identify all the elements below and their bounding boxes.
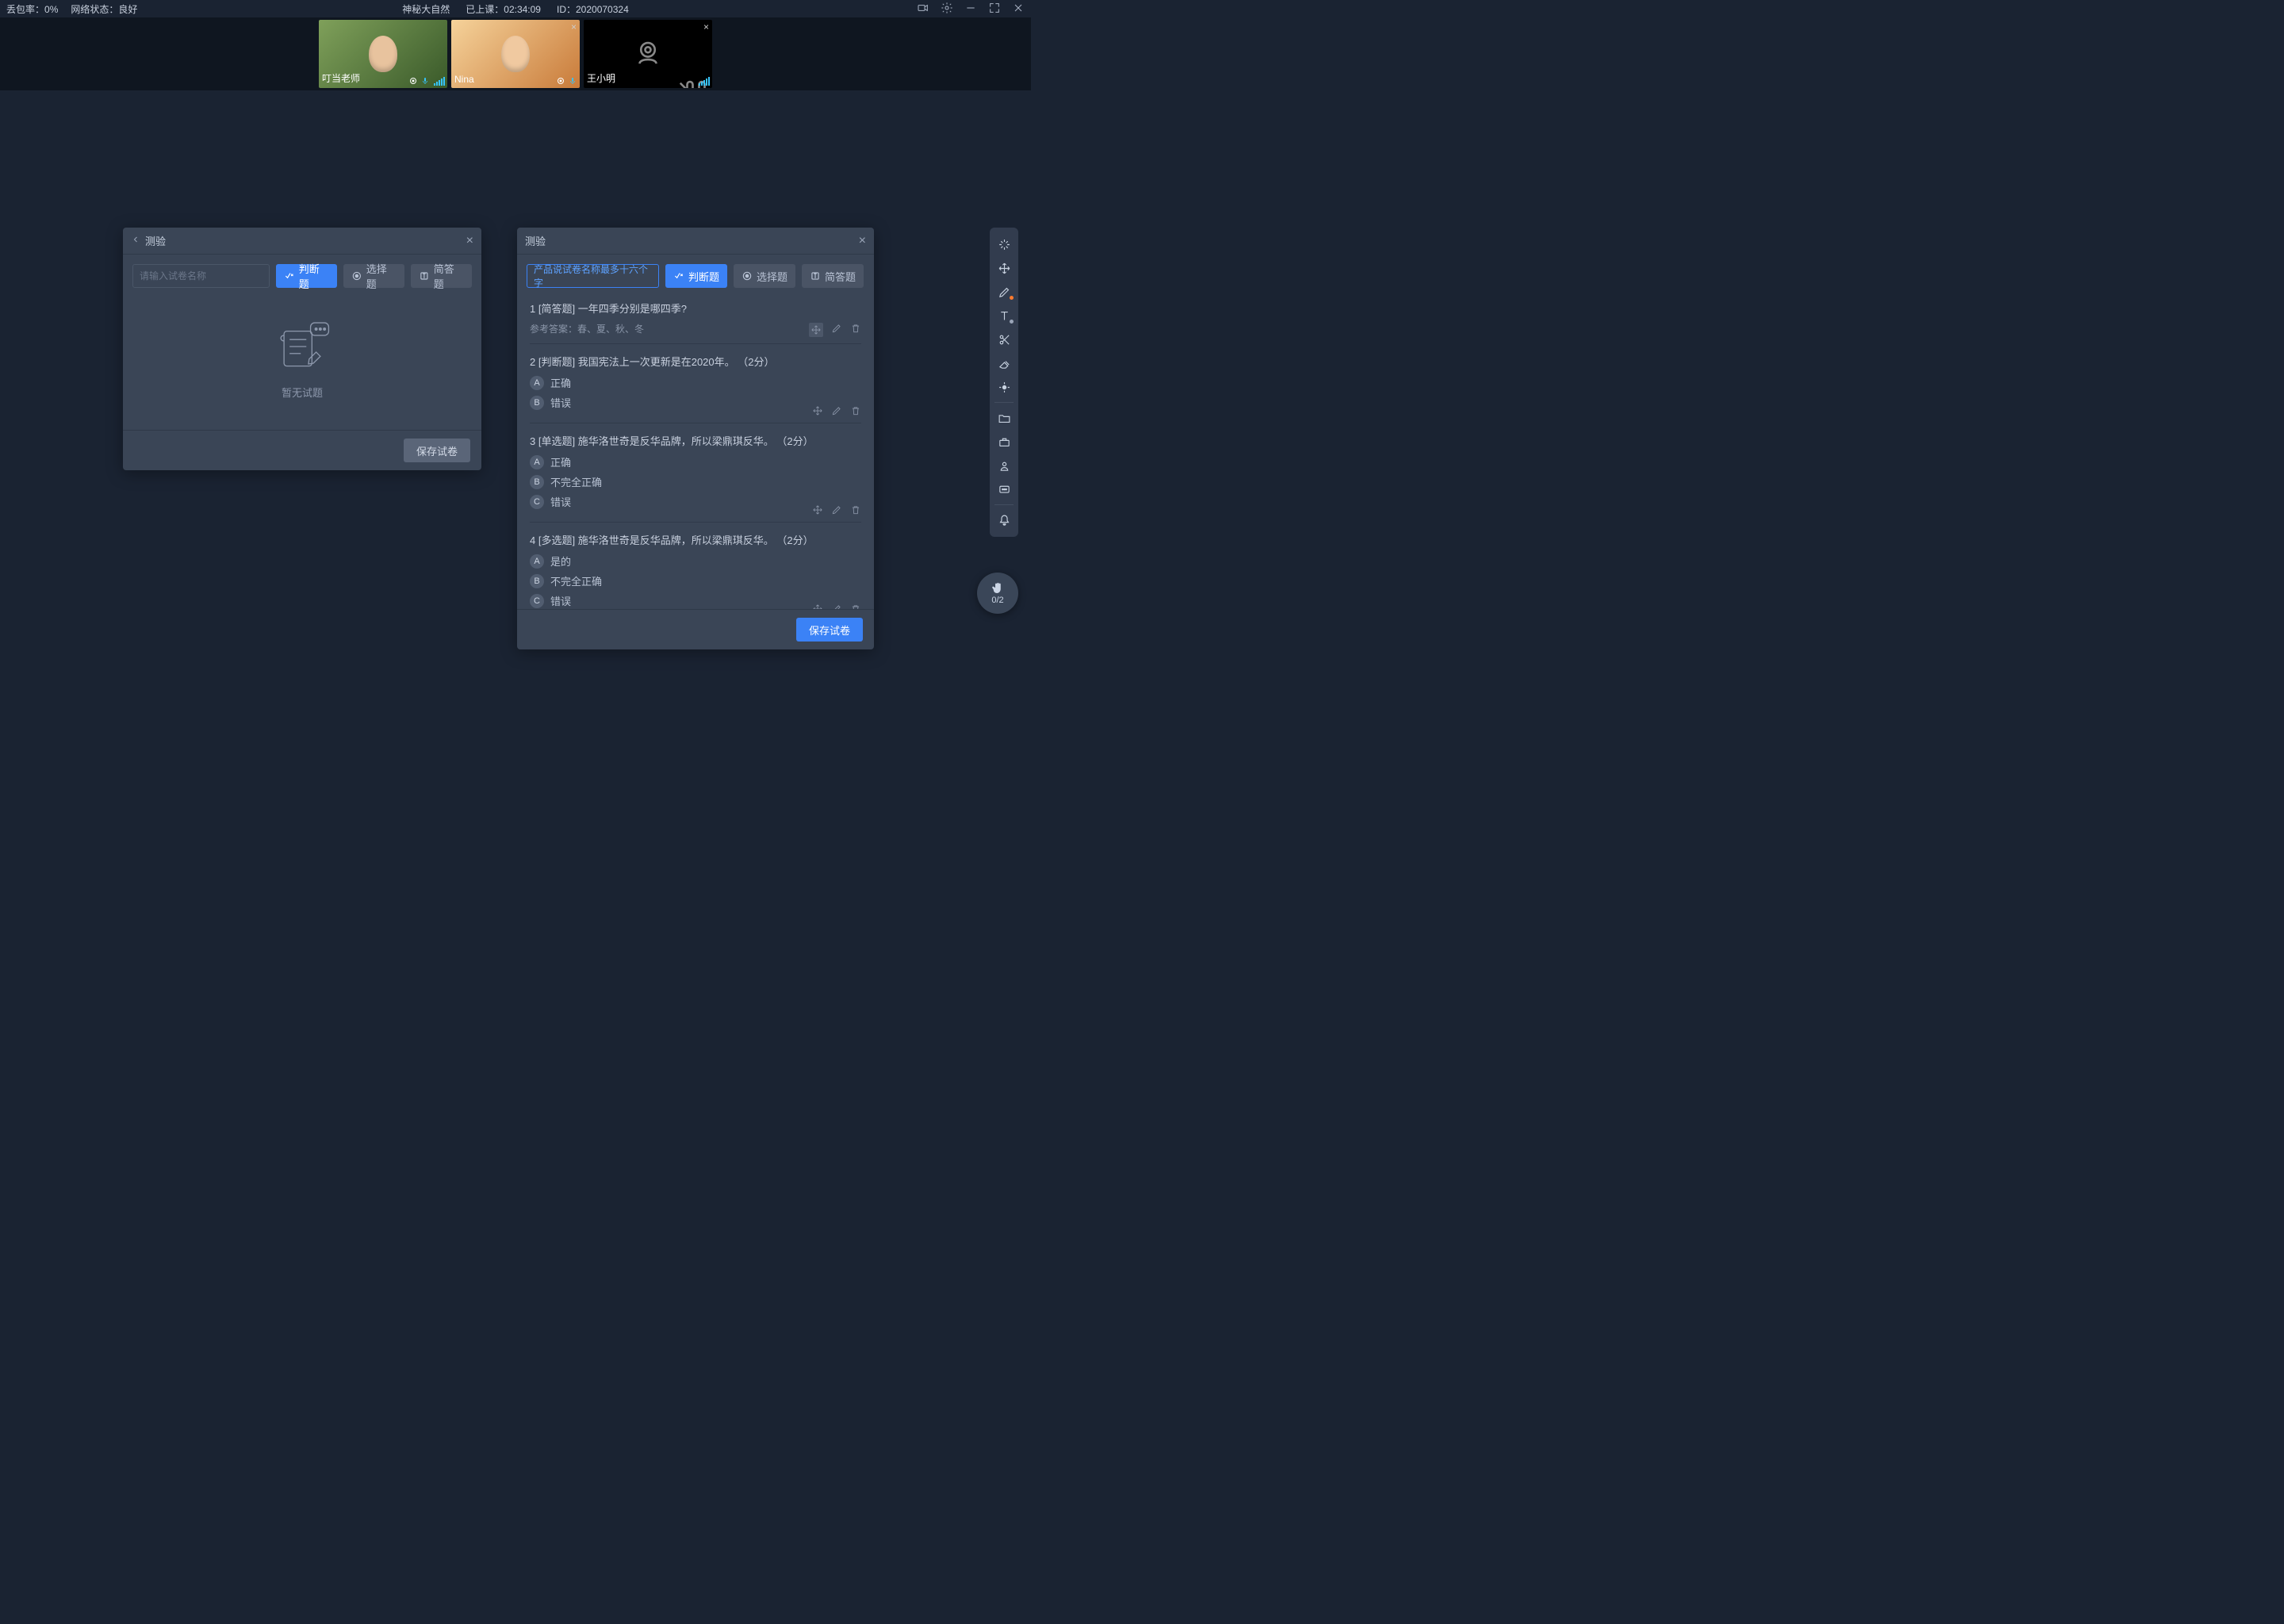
- mic-icon: [568, 76, 577, 86]
- question-list[interactable]: 1 [简答题] 一年四季分别是哪四季? 参考答案：春、夏、秋、冬 2 [判断题]…: [517, 288, 874, 609]
- empty-doc-icon: [267, 318, 337, 375]
- edit-icon[interactable]: [831, 603, 842, 609]
- participant-name: Nina: [454, 74, 474, 85]
- back-icon[interactable]: [131, 235, 140, 247]
- mic-icon: [685, 76, 695, 86]
- mic-icon: [420, 76, 430, 86]
- record-icon: [408, 76, 418, 86]
- toolbar-separator: [994, 402, 1014, 403]
- move-icon[interactable]: [809, 323, 823, 337]
- scissors-tool[interactable]: [990, 327, 1018, 351]
- delete-icon[interactable]: [850, 323, 861, 337]
- move-tool[interactable]: [990, 256, 1018, 280]
- volume-indicator: [699, 77, 710, 86]
- option-row[interactable]: B不完全正确: [530, 573, 861, 588]
- option-row[interactable]: A正确: [530, 454, 861, 469]
- video-thumbnails: 叮当老师 × Nina × 王小明: [0, 17, 1031, 90]
- question-item: 3 [单选题] 施华洛世奇是反华品牌，所以梁鼎琪反华。 （2分） A正确 B不完…: [530, 423, 861, 523]
- quiz-name-input[interactable]: [132, 264, 270, 288]
- users-tool[interactable]: [990, 454, 1018, 477]
- video-tile-teacher[interactable]: 叮当老师: [319, 20, 447, 88]
- edit-icon[interactable]: [831, 323, 842, 337]
- chat-tool[interactable]: [990, 477, 1018, 501]
- edit-icon[interactable]: [831, 405, 842, 416]
- question-item: 4 [多选题] 施华洛世奇是反华品牌，所以梁鼎琪反华。 （2分） A是的 B不完…: [530, 523, 861, 609]
- question-title: 3 [单选题] 施华洛世奇是反华品牌，所以梁鼎琪反华。 （2分）: [530, 433, 861, 448]
- camera-off-icon: [631, 37, 665, 71]
- edit-icon[interactable]: [831, 504, 842, 515]
- delete-icon[interactable]: [850, 504, 861, 515]
- tab-judge[interactable]: 判断题: [665, 264, 727, 288]
- record-icon: [556, 76, 565, 86]
- question-item: 2 [判断题] 我国宪法上一次更新是在2020年。 （2分） A正确 B错误: [530, 344, 861, 423]
- tab-judge[interactable]: 判断题: [276, 264, 337, 288]
- video-tile-camera-off[interactable]: × 王小明: [584, 20, 712, 88]
- empty-text: 暂无试题: [282, 385, 323, 400]
- tab-choice[interactable]: 选择题: [343, 264, 404, 288]
- folder-tool[interactable]: [990, 406, 1018, 430]
- video-tile-student[interactable]: × Nina: [451, 20, 580, 88]
- pen-tool[interactable]: [990, 280, 1018, 304]
- participant-name: 王小明: [587, 71, 615, 85]
- hand-icon: [991, 581, 1005, 596]
- tab-short-answer[interactable]: 简答题: [411, 264, 472, 288]
- delete-icon[interactable]: [850, 405, 861, 416]
- network-status: 网络状态：良好: [71, 2, 137, 16]
- participant-name: 叮当老师: [322, 71, 360, 85]
- toolbar-separator: [994, 504, 1014, 505]
- text-icon: [419, 270, 430, 282]
- status-bar: 丢包率：0% 网络状态：良好 神秘大自然 已上课：02:34:09 ID：202…: [0, 0, 1031, 17]
- text-tool[interactable]: [990, 304, 1018, 327]
- empty-state: 暂无试题: [123, 288, 481, 430]
- save-quiz-button[interactable]: 保存试卷: [404, 439, 470, 462]
- tab-short-answer[interactable]: 简答题: [802, 264, 864, 288]
- option-row[interactable]: A正确: [530, 375, 861, 390]
- hand-count: 0/2: [991, 596, 1003, 605]
- quiz-panel-filled: 测验 × 产品说试卷名称最多十六个字 判断题 选择题 简答题 1 [简答题] 一…: [517, 228, 874, 649]
- right-toolbar: [990, 228, 1018, 537]
- move-icon[interactable]: [812, 603, 823, 609]
- elapsed-time: 已上课：02:34:09: [466, 2, 541, 16]
- tab-choice[interactable]: 选择题: [734, 264, 795, 288]
- quiz-panel-empty: 测验 × 判断题 选择题 简答题 暂无试题 保存试卷: [123, 228, 481, 470]
- question-title: 2 [判断题] 我国宪法上一次更新是在2020年。 （2分）: [530, 354, 861, 369]
- move-icon[interactable]: [812, 504, 823, 515]
- camera-toggle-icon[interactable]: [917, 2, 929, 17]
- volume-indicator: [434, 77, 445, 86]
- close-tile-icon[interactable]: ×: [703, 21, 709, 33]
- close-panel-icon[interactable]: ×: [859, 234, 866, 248]
- quiz-name-display[interactable]: 产品说试卷名称最多十六个字: [527, 264, 659, 288]
- question-title: 1 [简答题] 一年四季分别是哪四季?: [530, 301, 861, 316]
- settings-icon[interactable]: [941, 2, 953, 17]
- radio-icon: [351, 270, 362, 282]
- hand-raise-counter[interactable]: 0/2: [977, 573, 1018, 614]
- packet-loss: 丢包率：0%: [6, 2, 58, 16]
- maximize-icon[interactable]: [988, 2, 1001, 17]
- eraser-tool[interactable]: [990, 351, 1018, 375]
- close-tile-icon[interactable]: ×: [571, 21, 577, 33]
- question-title: 4 [多选题] 施华洛世奇是反华品牌，所以梁鼎琪反华。 （2分）: [530, 532, 861, 547]
- close-window-icon[interactable]: [1012, 2, 1025, 17]
- cursor-tool[interactable]: [990, 232, 1018, 256]
- course-title: 神秘大自然: [402, 2, 450, 16]
- check-x-icon: [284, 270, 295, 282]
- text-icon: [810, 270, 821, 282]
- option-row[interactable]: A是的: [530, 553, 861, 569]
- session-id: ID：2020070324: [557, 2, 629, 16]
- delete-icon[interactable]: [850, 603, 861, 609]
- panel-title: 测验: [145, 233, 166, 248]
- save-quiz-button[interactable]: 保存试卷: [796, 618, 863, 642]
- radio-icon: [742, 270, 753, 282]
- move-icon[interactable]: [812, 405, 823, 416]
- minimize-icon[interactable]: [964, 2, 977, 17]
- question-item: 1 [简答题] 一年四季分别是哪四季? 参考答案：春、夏、秋、冬: [530, 291, 861, 344]
- mic-muted-icon: [673, 76, 683, 86]
- toolbox-tool[interactable]: [990, 430, 1018, 454]
- spotlight-tool[interactable]: [990, 375, 1018, 399]
- panel-title: 测验: [525, 233, 546, 248]
- bell-tool[interactable]: [990, 508, 1018, 532]
- close-panel-icon[interactable]: ×: [466, 234, 473, 248]
- option-row[interactable]: B不完全正确: [530, 474, 861, 489]
- check-x-icon: [673, 270, 684, 282]
